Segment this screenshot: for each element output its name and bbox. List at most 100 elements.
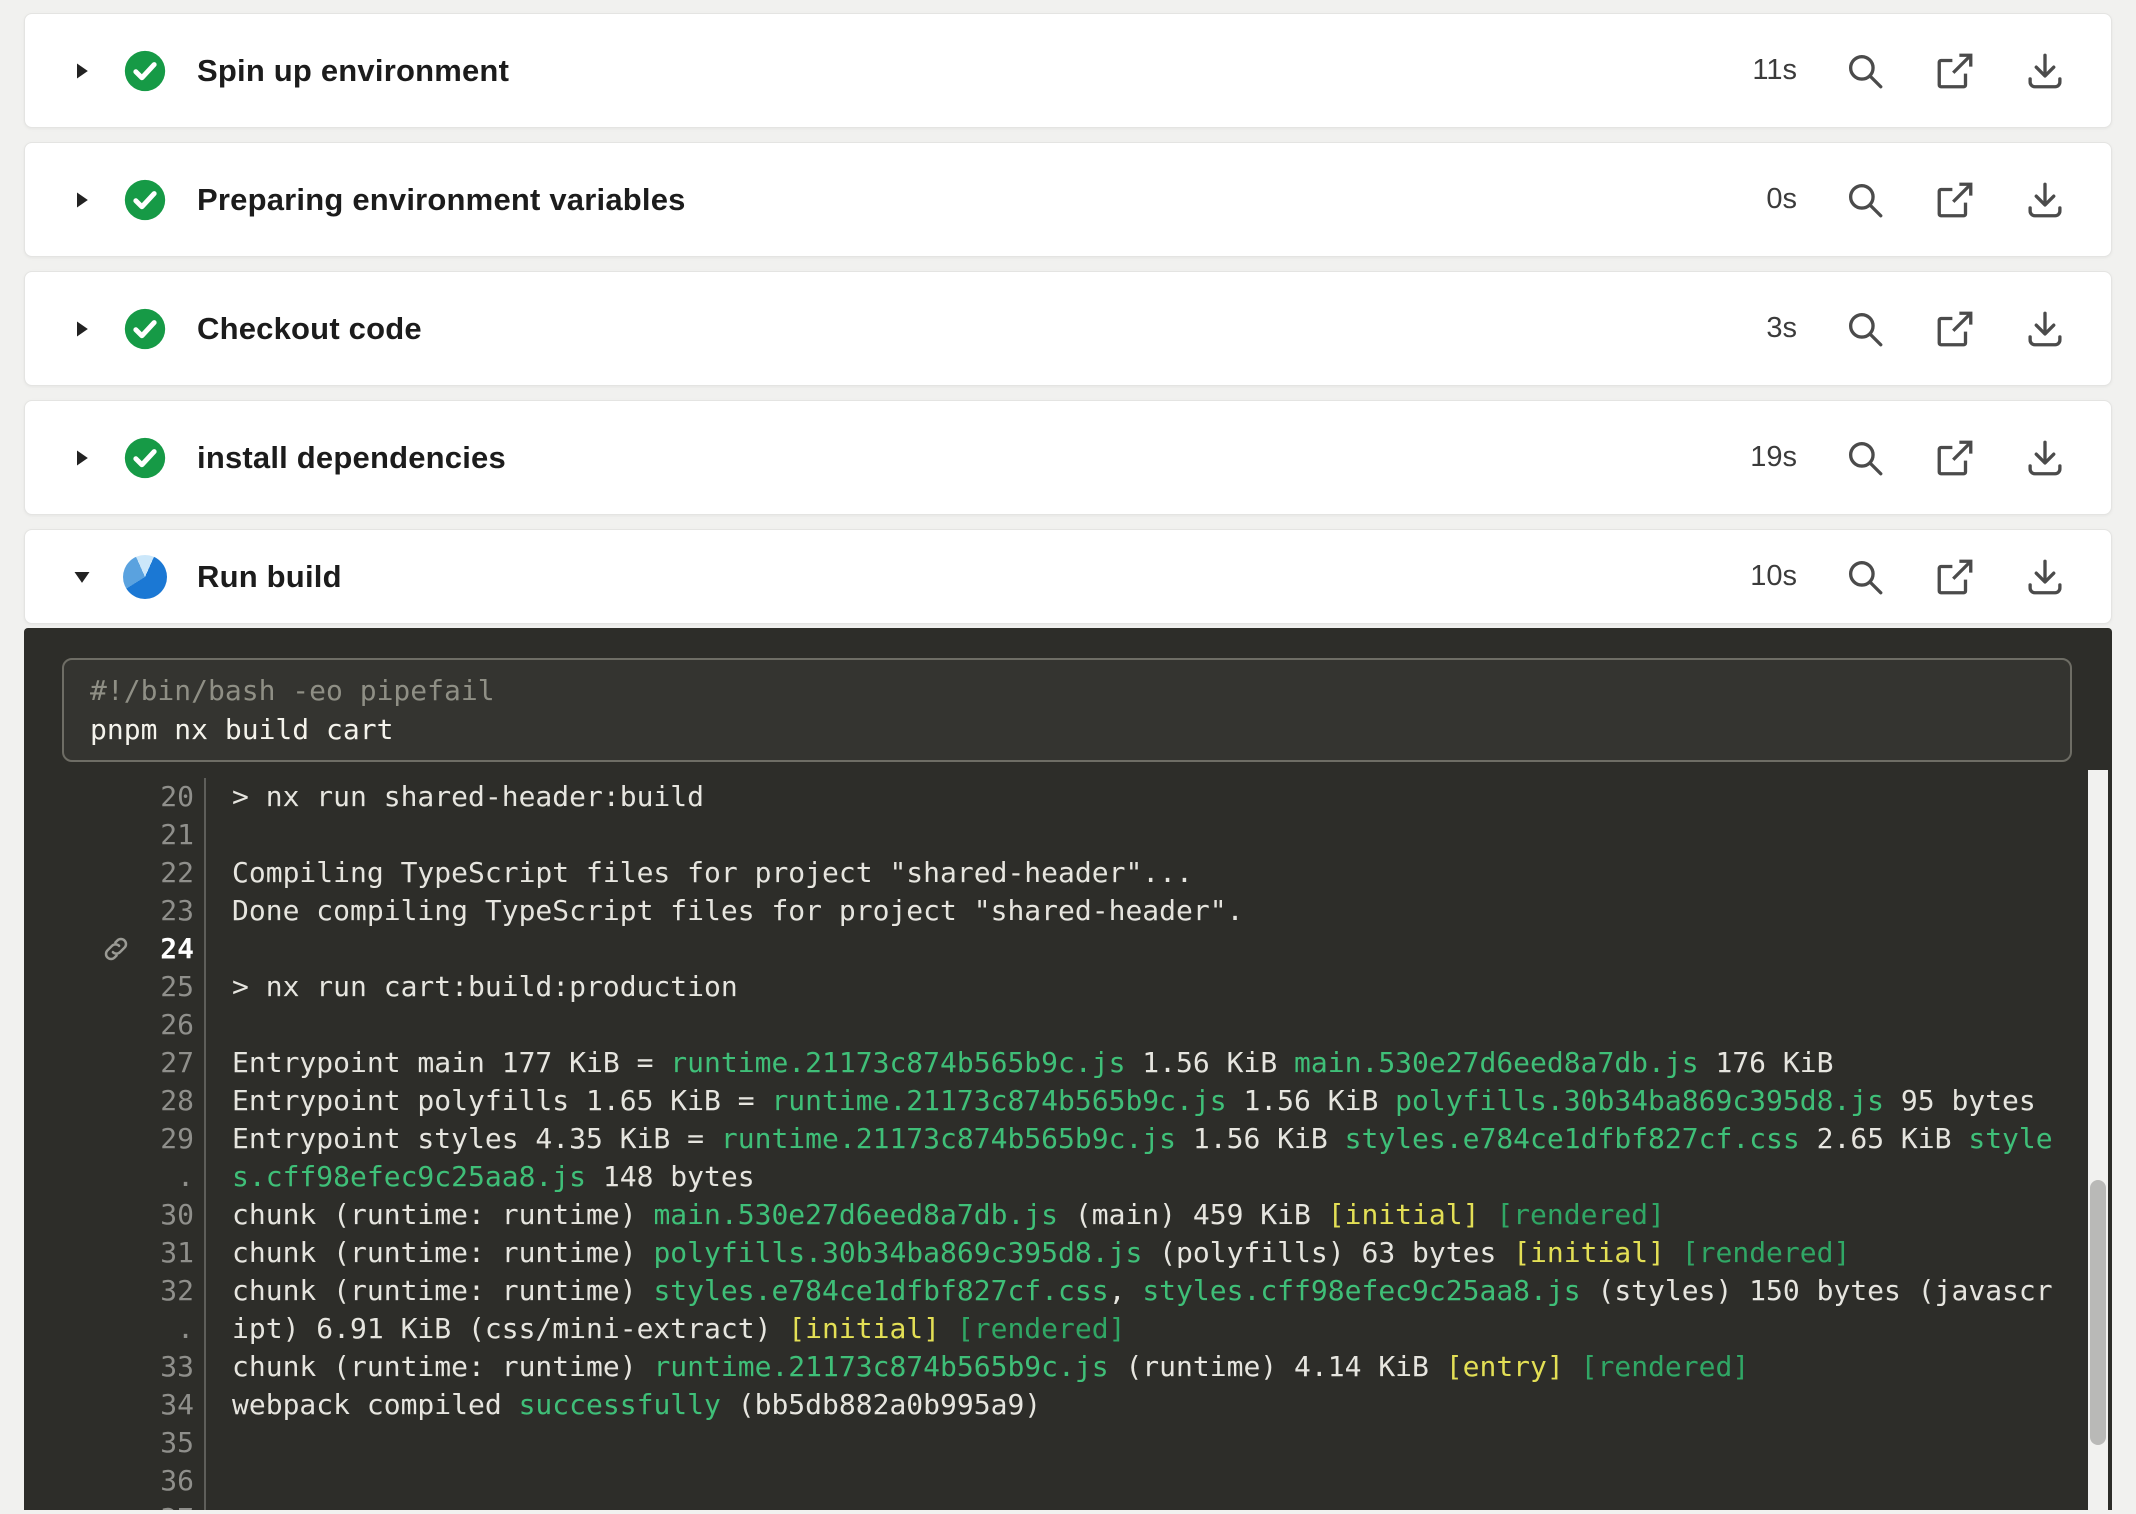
line-content: Done compiling TypeScript files for proj… xyxy=(204,892,1243,930)
log-segment: main.530e27d6eed8a7db.js xyxy=(1294,1046,1699,1079)
log-row-gutter[interactable] xyxy=(84,1310,148,1348)
log-segment: 176 KiB xyxy=(1699,1046,1834,1079)
line-number[interactable]: . xyxy=(148,1310,194,1348)
line-number[interactable]: 20 xyxy=(148,778,194,816)
download-icon[interactable] xyxy=(2023,178,2067,222)
log-row: 27 Entrypoint main 177 KiB = runtime.211… xyxy=(24,1044,2112,1082)
log-row-gutter[interactable] xyxy=(84,1234,148,1272)
line-number[interactable]: 35 xyxy=(148,1424,194,1462)
line-number[interactable]: 31 xyxy=(148,1234,194,1272)
line-number[interactable]: 23 xyxy=(148,892,194,930)
log-row-gutter[interactable] xyxy=(84,778,148,816)
line-number[interactable]: 24 xyxy=(148,930,194,968)
open-external-icon[interactable] xyxy=(1933,436,1977,480)
open-external-icon[interactable] xyxy=(1933,49,1977,93)
check-circle-icon xyxy=(123,436,167,480)
log-row-gutter[interactable] xyxy=(84,1196,148,1234)
log-segment: [rendered] xyxy=(957,1312,1126,1345)
log-row-gutter[interactable] xyxy=(84,816,148,854)
line-content: webpack compiled successfully (bb5db882a… xyxy=(204,1386,1041,1424)
log-segment: (styles) 150 bytes (javascr xyxy=(1581,1274,2053,1307)
line-content: Entrypoint main 177 KiB = runtime.21173c… xyxy=(204,1044,1833,1082)
log-segment: polyfills.30b34ba869c395d8.js xyxy=(1395,1084,1884,1117)
line-number[interactable]: 26 xyxy=(148,1006,194,1044)
log-row-gutter[interactable] xyxy=(84,1424,148,1462)
caret-icon[interactable] xyxy=(71,60,93,82)
log-segment: Entrypoint polyfills 1.65 KiB = xyxy=(232,1084,771,1117)
log-row-gutter[interactable] xyxy=(84,1158,148,1196)
log-segment: successfully xyxy=(519,1388,721,1421)
link-icon[interactable] xyxy=(101,934,131,964)
log-row-gutter[interactable] xyxy=(84,930,148,968)
line-number[interactable]: 25 xyxy=(148,968,194,1006)
download-icon[interactable] xyxy=(2023,49,2067,93)
caret-icon[interactable] xyxy=(71,447,93,469)
open-external-icon[interactable] xyxy=(1933,307,1977,351)
log-segment: 2.65 KiB xyxy=(1800,1122,1969,1155)
log-row-gutter[interactable] xyxy=(84,1082,148,1120)
log-row: 32 chunk (runtime: runtime) styles.e784c… xyxy=(24,1272,2112,1310)
log-row-gutter[interactable] xyxy=(84,1348,148,1386)
log-segment: [initial] xyxy=(1328,1198,1480,1231)
search-icon[interactable] xyxy=(1843,436,1887,480)
open-external-icon[interactable] xyxy=(1933,178,1977,222)
line-number[interactable]: 28 xyxy=(148,1082,194,1120)
line-content: ipt) 6.91 KiB (css/mini-extract) [initia… xyxy=(204,1310,1125,1348)
log-row-gutter[interactable] xyxy=(84,1044,148,1082)
line-number[interactable]: 37 xyxy=(148,1500,194,1510)
line-content xyxy=(204,816,232,854)
check-circle-icon xyxy=(123,49,167,93)
log-segment: runtime.21173c874b565b9c.js xyxy=(771,1084,1226,1117)
log-row-gutter[interactable] xyxy=(84,1462,148,1500)
line-number[interactable]: 33 xyxy=(148,1348,194,1386)
step-header[interactable]: Preparing environment variables 0s xyxy=(25,143,2111,256)
step-header[interactable]: install dependencies 19s xyxy=(25,401,2111,514)
caret-icon[interactable] xyxy=(71,318,93,340)
log-segment: styles.cff98efec9c25aa8.js xyxy=(1142,1274,1580,1307)
log-segment: Entrypoint styles 4.35 KiB = xyxy=(232,1122,721,1155)
log-row-gutter[interactable] xyxy=(84,1386,148,1424)
log-row-gutter[interactable] xyxy=(84,1120,148,1158)
log-segment: (runtime) 4.14 KiB xyxy=(1109,1350,1446,1383)
step-header[interactable]: Spin up environment 11s xyxy=(25,14,2111,127)
caret-icon[interactable] xyxy=(71,189,93,211)
log-row-gutter[interactable] xyxy=(84,1272,148,1310)
line-number[interactable]: 32 xyxy=(148,1272,194,1310)
line-number[interactable]: 34 xyxy=(148,1386,194,1424)
log-row-gutter[interactable] xyxy=(84,854,148,892)
log-segment: 1.56 KiB xyxy=(1125,1046,1294,1079)
caret-icon[interactable] xyxy=(71,566,93,588)
line-content: > nx run cart:build:production xyxy=(204,968,738,1006)
log-segment: [initial] xyxy=(1513,1236,1665,1269)
line-number[interactable]: 30 xyxy=(148,1196,194,1234)
log-segment: styles.e784ce1dfbf827cf.css xyxy=(1345,1122,1800,1155)
log-row-gutter[interactable] xyxy=(84,1500,148,1510)
log-segment: , xyxy=(1109,1274,1143,1307)
search-icon[interactable] xyxy=(1843,49,1887,93)
open-external-icon[interactable] xyxy=(1933,555,1977,599)
step-duration: 0s xyxy=(1733,183,1797,216)
line-number[interactable]: 27 xyxy=(148,1044,194,1082)
terminal-scrollbar[interactable] xyxy=(2088,770,2108,1510)
download-icon[interactable] xyxy=(2023,307,2067,351)
line-number[interactable]: 29 xyxy=(148,1120,194,1158)
line-content: > nx run shared-header:build xyxy=(204,778,704,816)
download-icon[interactable] xyxy=(2023,555,2067,599)
line-number[interactable]: . xyxy=(148,1158,194,1196)
log-row-gutter[interactable] xyxy=(84,892,148,930)
line-number[interactable]: 36 xyxy=(148,1462,194,1500)
log-row-gutter[interactable] xyxy=(84,968,148,1006)
step-card: Spin up environment 11s xyxy=(24,13,2112,128)
log-segment: Entrypoint main 177 KiB = xyxy=(232,1046,670,1079)
line-number[interactable]: 22 xyxy=(148,854,194,892)
line-content xyxy=(204,1424,232,1462)
line-number[interactable]: 21 xyxy=(148,816,194,854)
step-header[interactable]: Run build 10s xyxy=(25,530,2111,623)
scrollbar-thumb[interactable] xyxy=(2090,1180,2106,1445)
download-icon[interactable] xyxy=(2023,436,2067,480)
search-icon[interactable] xyxy=(1843,555,1887,599)
search-icon[interactable] xyxy=(1843,307,1887,351)
search-icon[interactable] xyxy=(1843,178,1887,222)
step-header[interactable]: Checkout code 3s xyxy=(25,272,2111,385)
log-row-gutter[interactable] xyxy=(84,1006,148,1044)
